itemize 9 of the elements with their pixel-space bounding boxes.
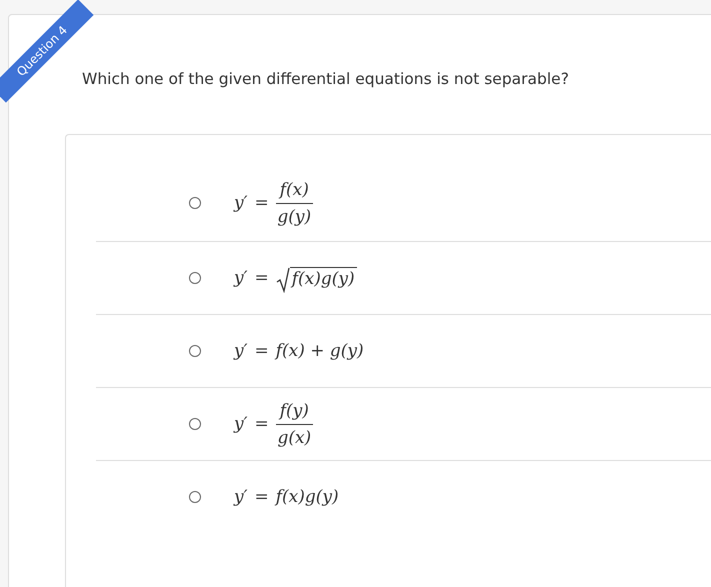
radical-sign-icon xyxy=(276,267,290,293)
radio-button[interactable] xyxy=(189,197,201,209)
radio-button[interactable] xyxy=(189,272,201,284)
radio-button[interactable] xyxy=(189,345,201,357)
equation: y′ = f(x)g(y) xyxy=(234,267,357,289)
radio-button[interactable] xyxy=(189,418,201,430)
equation: y′ = f(x) + g(y) xyxy=(234,341,364,361)
radio-button[interactable] xyxy=(189,491,201,503)
equation: y′ = f(x)g(y) xyxy=(234,487,339,507)
